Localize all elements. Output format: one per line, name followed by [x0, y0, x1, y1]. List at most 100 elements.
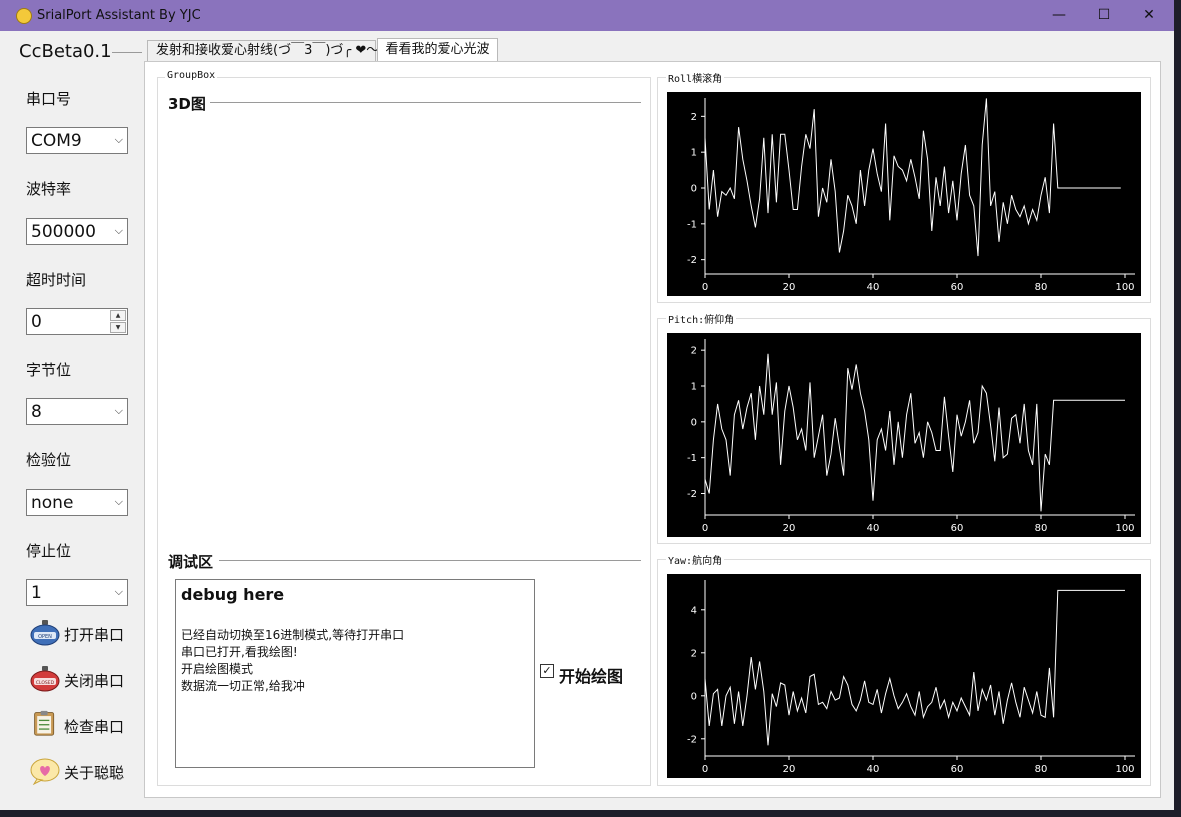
x-tick-label: 0	[702, 523, 708, 534]
debug-textarea[interactable]: debug here 已经自动切换至16进制模式,等待打开串口 串口已打开,看我…	[175, 579, 535, 768]
view3d-divider	[207, 102, 641, 103]
series-line	[704, 589, 1125, 746]
roll-chart: 0 20 40 60 80 100 -2 -1 0 1 2	[667, 92, 1141, 296]
debug-line: 开启绘图模式	[181, 662, 254, 676]
spin-up-icon[interactable]: ▲	[110, 310, 126, 321]
port-select-value: COM9	[31, 131, 82, 151]
close-port-label: 关闭串口	[64, 672, 125, 690]
y-tick-label: 0	[691, 691, 697, 702]
baud-select-value: 500000	[31, 222, 96, 242]
chart-svg: 0 20 40 60 80 100 -2 -1 0 1 2	[687, 339, 1135, 534]
maximize-button[interactable]: ☐	[1081, 0, 1127, 31]
closed-badge-icon: CLOSED	[30, 666, 60, 692]
x-tick-label: 80	[1035, 764, 1048, 775]
x-tick-label: 0	[702, 764, 708, 775]
chevron-down-icon: ⌵	[114, 404, 123, 417]
debug-title: debug here	[181, 585, 285, 604]
y-tick-label: -2	[687, 255, 697, 266]
tab-send-receive[interactable]: 发射和接收爱心射线(づ￣3￣)づ╭ ❤～	[147, 40, 379, 62]
app-icon	[16, 8, 32, 24]
close-window-button[interactable]: ✕	[1126, 0, 1172, 31]
open-port-label: 打开串口	[64, 626, 125, 644]
y-tick-label: 1	[691, 148, 697, 159]
stopbits-select[interactable]: 1 ⌵	[26, 579, 128, 606]
x-tick-label: 40	[867, 764, 880, 775]
baud-label: 波特率	[26, 180, 72, 198]
window-title: SrialPort Assistant By YJC	[37, 8, 201, 23]
debug-divider	[219, 560, 641, 561]
heart-bubble-icon	[30, 758, 60, 785]
baud-select[interactable]: 500000 ⌵	[26, 218, 128, 245]
app-window: SrialPort Assistant By YJC — ☐ ✕ CcBeta0…	[0, 0, 1174, 810]
y-tick-label: 0	[691, 184, 697, 195]
timeout-spinbox[interactable]: 0 ▲ ▼	[26, 308, 128, 335]
x-tick-label: 60	[951, 282, 964, 293]
svg-text:OPEN: OPEN	[38, 634, 52, 640]
sidebar: CcBeta0.1 串口号 COM9 ⌵ 波特率 500000 ⌵ 超时时间 0…	[0, 31, 145, 810]
y-tick-label: -1	[687, 219, 697, 230]
stopbits-select-value: 1	[31, 583, 42, 603]
y-tick-label: 4	[691, 605, 697, 616]
y-tick-label: 2	[691, 112, 697, 123]
x-tick-label: 40	[867, 523, 880, 534]
x-tick-label: 20	[783, 764, 796, 775]
databits-select[interactable]: 8 ⌵	[26, 398, 128, 425]
x-tick-label: 60	[951, 523, 964, 534]
chevron-down-icon: ⌵	[114, 133, 123, 146]
debug-line: 已经自动切换至16进制模式,等待打开串口	[181, 628, 405, 642]
check-port-button[interactable]: 检查串口	[26, 708, 141, 742]
y-tick-label: 2	[691, 648, 697, 659]
x-tick-label: 60	[951, 764, 964, 775]
debug-section-label: 调试区	[168, 551, 218, 572]
x-tick-label: 20	[783, 282, 796, 293]
debug-line: 数据流一切正常,给我冲	[181, 679, 305, 693]
open-badge-icon: OPEN	[30, 620, 60, 646]
y-tick-label: -2	[687, 489, 697, 500]
groupbox-title: GroupBox	[165, 70, 218, 81]
brand-divider	[112, 52, 142, 53]
y-tick-label: 0	[691, 417, 697, 428]
pitch-chart: 0 20 40 60 80 100 -2 -1 0 1 2	[667, 333, 1141, 537]
view3d-label: 3D图	[168, 93, 210, 114]
x-tick-label: 20	[783, 523, 796, 534]
svg-text:CLOSED: CLOSED	[36, 680, 55, 686]
roll-chart-title: Roll横滚角	[666, 70, 725, 85]
open-port-button[interactable]: OPEN 打开串口	[26, 616, 141, 650]
chevron-down-icon: ⌵	[114, 585, 123, 598]
x-tick-label: 80	[1035, 523, 1048, 534]
x-tick-label: 100	[1115, 523, 1134, 534]
spin-down-icon[interactable]: ▼	[110, 322, 126, 333]
x-tick-label: 0	[702, 282, 708, 293]
databits-label: 字节位	[26, 361, 72, 379]
parity-select[interactable]: none ⌵	[26, 489, 128, 516]
check-port-label: 检查串口	[64, 718, 125, 736]
y-tick-label: -1	[687, 453, 697, 464]
about-button[interactable]: 关于聪聪	[26, 754, 141, 788]
debug-line: 串口已打开,看我绘图!	[181, 645, 298, 659]
x-tick-label: 100	[1115, 764, 1134, 775]
chart-svg: 0 20 40 60 80 100 -2 -1 0 1 2	[687, 98, 1135, 293]
timeout-label: 超时时间	[26, 271, 87, 289]
series-line	[704, 353, 1125, 512]
stopbits-label: 停止位	[26, 542, 72, 560]
start-draw-checkbox[interactable]: ✓	[540, 664, 554, 678]
databits-select-value: 8	[31, 402, 42, 422]
x-tick-label: 100	[1115, 282, 1134, 293]
chevron-down-icon: ⌵	[114, 224, 123, 237]
minimize-button[interactable]: —	[1036, 0, 1082, 31]
clipboard-icon	[34, 710, 55, 736]
brand-label: CcBeta0.1	[19, 41, 112, 62]
title-bar: SrialPort Assistant By YJC — ☐ ✕	[0, 0, 1174, 31]
y-tick-label: 1	[691, 382, 697, 393]
close-port-button[interactable]: CLOSED 关闭串口	[26, 662, 141, 696]
parity-select-value: none	[31, 493, 74, 513]
port-label: 串口号	[26, 90, 72, 108]
yaw-chart: 0 20 40 60 80 100 -2 0 2 4	[667, 574, 1141, 778]
port-select[interactable]: COM9 ⌵	[26, 127, 128, 154]
view3d-canvas[interactable]	[168, 114, 641, 544]
about-label: 关于聪聪	[64, 764, 125, 782]
tab-waveform[interactable]: 看看我的爱心光波	[377, 38, 498, 62]
start-draw-label[interactable]: 开始绘图	[559, 663, 623, 687]
y-tick-label: -2	[687, 734, 697, 745]
timeout-value: 0	[31, 312, 42, 332]
